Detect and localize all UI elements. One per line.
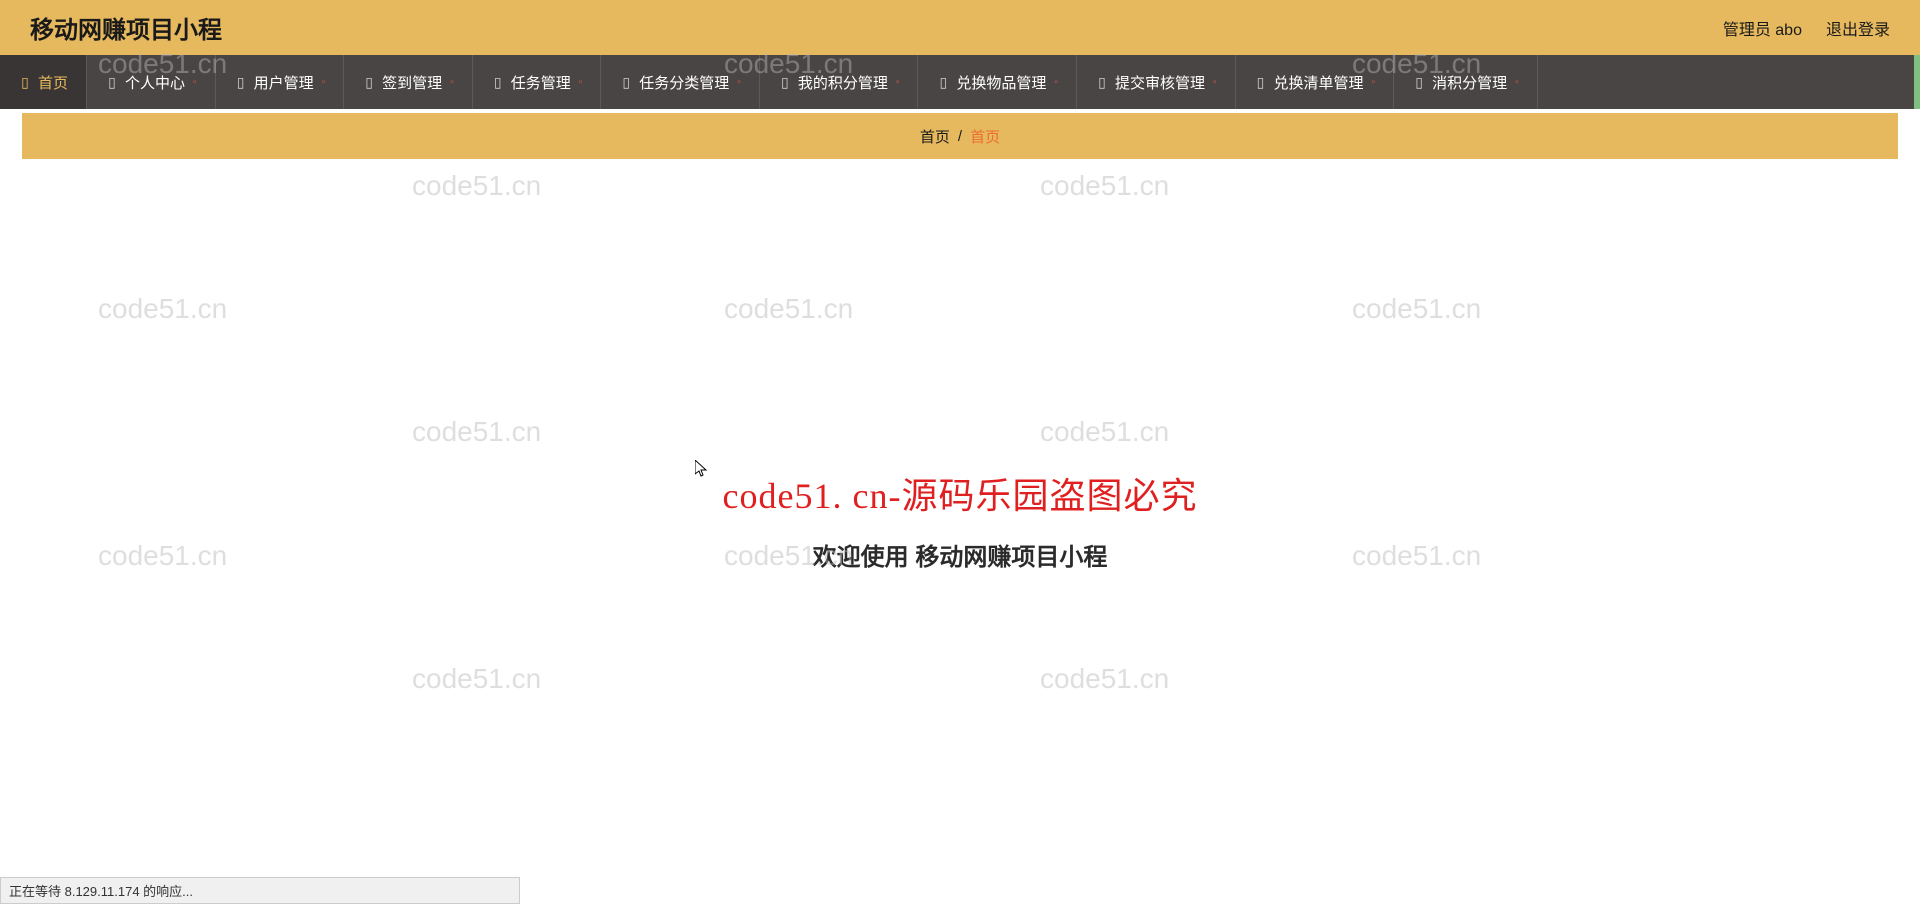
nav-indicator-icon: ▫ xyxy=(1054,77,1058,88)
nav-label: 签到管理 xyxy=(382,72,442,93)
nav-scroll-indicator[interactable] xyxy=(1914,55,1920,109)
nav-label: 任务管理 xyxy=(511,72,571,93)
nav-icon: ▯ xyxy=(619,74,633,91)
nav-icon: ▯ xyxy=(105,74,119,91)
nav-icon: ▯ xyxy=(1095,74,1109,91)
header-right-group: 管理员 abo 退出登录 xyxy=(1723,16,1890,40)
nav-label: 兑换物品管理 xyxy=(956,72,1046,93)
breadcrumb-current: 首页 xyxy=(970,126,1000,147)
breadcrumb: 首页 / 首页 xyxy=(22,113,1898,159)
breadcrumb-base[interactable]: 首页 xyxy=(920,126,950,147)
nav-item-8[interactable]: ▯ 提交审核管理 ▫ xyxy=(1077,55,1236,109)
nav-item-3[interactable]: ▯ 签到管理 ▫ xyxy=(344,55,473,109)
nav-item-9[interactable]: ▯ 兑换清单管理 ▫ xyxy=(1236,55,1395,109)
nav-indicator-icon: ▫ xyxy=(1515,77,1519,88)
welcome-message: 欢迎使用 移动网赚项目小程 xyxy=(813,537,1108,572)
nav-indicator-icon: ▫ xyxy=(1372,77,1376,88)
watermark-notice: code51. cn-源码乐园盗图必究 xyxy=(723,467,1198,519)
app-title: 移动网赚项目小程 xyxy=(30,10,222,45)
nav-bar: ▯ 首页 ▯ 个人中心 ▫ ▯ 用户管理 ▫ ▯ 签到管理 ▫ ▯ 任务管理 ▫ ▯ 任务分类管理 ▫ ▯ 我的积分… xyxy=(0,55,1920,109)
nav-item-6[interactable]: ▯ 我的积分管理 ▫ xyxy=(760,55,919,109)
nav-indicator-icon: ▫ xyxy=(1213,77,1217,88)
nav-indicator-icon: ▫ xyxy=(579,77,583,88)
nav-label: 任务分类管理 xyxy=(639,72,729,93)
nav-label: 我的积分管理 xyxy=(798,72,888,93)
nav-indicator-icon: ▫ xyxy=(450,77,454,88)
nav-indicator-icon: ▫ xyxy=(737,77,741,88)
nav-icon: ▯ xyxy=(778,74,792,91)
nav-indicator-icon: ▫ xyxy=(193,77,197,88)
nav-item-0[interactable]: ▯ 首页 xyxy=(0,55,87,109)
nav-item-5[interactable]: ▯ 任务分类管理 ▫ xyxy=(601,55,760,109)
nav-item-4[interactable]: ▯ 任务管理 ▫ xyxy=(473,55,602,109)
nav-label: 个人中心 xyxy=(125,72,185,93)
nav-indicator-icon: ▫ xyxy=(322,77,326,88)
nav-icon: ▯ xyxy=(491,74,505,91)
breadcrumb-separator: / xyxy=(958,128,962,145)
nav-label: 提交审核管理 xyxy=(1115,72,1205,93)
nav-label: 兑换清单管理 xyxy=(1274,72,1364,93)
nav-item-1[interactable]: ▯ 个人中心 ▫ xyxy=(87,55,216,109)
nav-icon: ▯ xyxy=(234,74,248,91)
browser-status-bar: 正在等待 8.129.11.174 的响应... xyxy=(0,877,520,904)
nav-icon: ▯ xyxy=(18,74,32,91)
nav-indicator-icon: ▫ xyxy=(896,77,900,88)
admin-label[interactable]: 管理员 abo xyxy=(1723,16,1802,40)
nav-item-7[interactable]: ▯ 兑换物品管理 ▫ xyxy=(918,55,1077,109)
nav-item-2[interactable]: ▯ 用户管理 ▫ xyxy=(216,55,345,109)
nav-label: 消积分管理 xyxy=(1432,72,1507,93)
nav-icon: ▯ xyxy=(1412,74,1426,91)
nav-icon: ▯ xyxy=(362,74,376,91)
main-content: code51. cn-源码乐园盗图必究 欢迎使用 移动网赚项目小程 xyxy=(22,159,1898,759)
nav-icon: ▯ xyxy=(1254,74,1268,91)
nav-label: 首页 xyxy=(38,72,68,93)
nav-item-10[interactable]: ▯ 消积分管理 ▫ xyxy=(1394,55,1538,109)
content-wrapper: 首页 / 首页 code51. cn-源码乐园盗图必究 欢迎使用 移动网赚项目小… xyxy=(0,113,1920,759)
logout-link[interactable]: 退出登录 xyxy=(1826,16,1890,40)
status-text: 正在等待 8.129.11.174 的响应... xyxy=(9,884,193,899)
nav-label: 用户管理 xyxy=(254,72,314,93)
header-bar: 移动网赚项目小程 管理员 abo 退出登录 xyxy=(0,0,1920,55)
nav-icon: ▯ xyxy=(936,74,950,91)
